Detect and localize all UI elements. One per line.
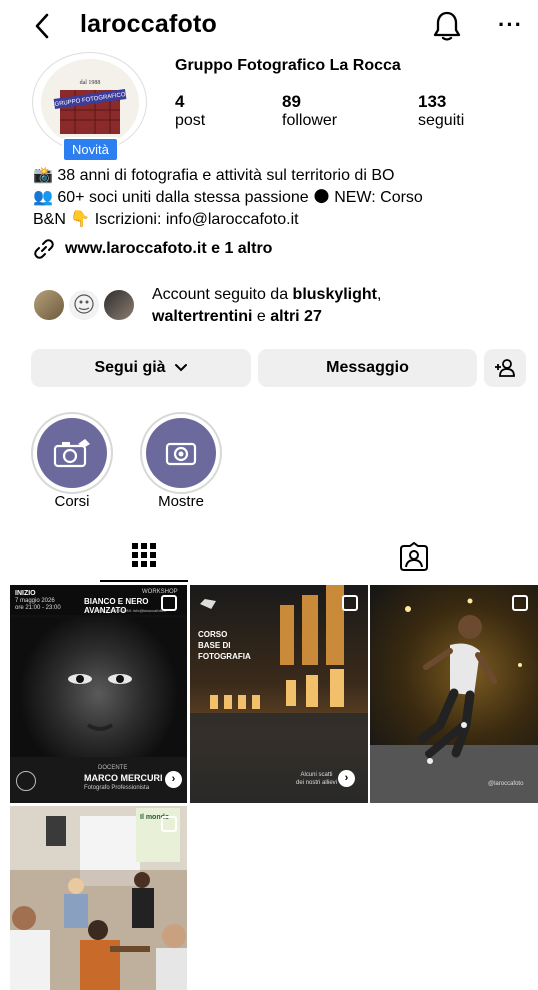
new-badge: Novità [62, 137, 119, 162]
stat-followers[interactable]: 89 follower [282, 92, 337, 130]
post-time: ore 21:00 - 23:00 [15, 605, 61, 611]
bell-icon [433, 11, 461, 41]
chevron-left-icon [35, 13, 49, 39]
post-teacher-role: Fotografo Professionista [84, 785, 150, 791]
bio-line-3: B&N 👇 Iscrizioni: info@laroccafoto.it [33, 211, 299, 228]
post-date: 7 maggio 2026 [15, 598, 55, 604]
profile-link[interactable]: www.laroccafoto.it e 1 altro [33, 238, 272, 260]
avatar-logo: GRUPPO FOTOGRAFICO dal 1988 [41, 59, 139, 147]
post-caption-line-2: dei nostri allievi [296, 780, 338, 786]
post-watermark: @laroccafoto [488, 781, 524, 787]
following-button-label: Segui già [94, 359, 166, 376]
camera-icon [53, 439, 90, 468]
post-docente-label: DOCENTE [98, 765, 128, 771]
grid-icon [132, 543, 156, 567]
profile-username: laroccafoto [80, 10, 217, 38]
stat-following-value: 133 [418, 92, 447, 111]
stat-following[interactable]: 133 seguiti [418, 92, 464, 130]
multi-photo-icon [161, 816, 177, 832]
tab-grid[interactable] [132, 543, 156, 572]
notifications-button[interactable] [432, 10, 462, 42]
portrait-photo [10, 617, 187, 757]
tab-tagged[interactable] [399, 541, 429, 577]
highlight-corsi-cover [37, 418, 107, 488]
link-icon [34, 239, 54, 259]
camera-icon [165, 442, 197, 466]
message-button-label: Messaggio [326, 359, 409, 376]
post-course-line-3: FOTOGRAFIA [198, 652, 251, 661]
profile-bio: 📸 38 anni di fotografia e attività sul t… [33, 165, 523, 231]
post-caption: Alcuni scatti dei nostri allievi [296, 771, 337, 787]
post-tile[interactable]: Il mondo [10, 806, 187, 990]
followed-by-separator: , [377, 286, 382, 303]
post-teacher-name: MARCO MERCURI [84, 773, 163, 783]
logo-icon [16, 771, 36, 791]
suggest-users-button[interactable] [484, 349, 526, 387]
highlight-corsi-label: Corsi [54, 493, 90, 510]
post-tile[interactable]: @laroccafoto [370, 585, 538, 803]
highlight-mostre[interactable] [140, 412, 222, 494]
back-button[interactable] [34, 8, 62, 44]
highlight-mostre-cover [146, 418, 216, 488]
stat-posts-value: 4 [175, 92, 185, 111]
follower-avatar[interactable] [67, 288, 101, 322]
multi-photo-icon [342, 595, 358, 611]
post-tile[interactable]: CORSO BASE DI FOTOGRAFIA Alcuni scatti d… [190, 585, 368, 803]
message-button[interactable]: Messaggio [258, 349, 477, 387]
multi-photo-icon [161, 595, 177, 611]
post-course-line-1: CORSO [198, 630, 228, 639]
follower-avatar[interactable] [102, 288, 136, 322]
followed-user-2[interactable]: waltertrentini [152, 308, 252, 325]
post-caption-line-1: Alcuni scatti [300, 772, 333, 778]
post-course-line-2: BASE DI [198, 641, 231, 650]
followed-by-text[interactable]: Account seguito da bluskylight, waltertr… [152, 284, 522, 328]
following-button[interactable]: Segui già [31, 349, 251, 387]
multi-photo-icon [512, 595, 528, 611]
active-tab-indicator [100, 580, 188, 582]
post-start-label: INIZIO [15, 590, 36, 597]
chevron-down-icon [174, 364, 187, 372]
stat-followers-label: follower [282, 112, 338, 129]
post-course-title: CORSO BASE DI FOTOGRAFIA [198, 629, 251, 662]
next-arrow-icon: › [338, 770, 355, 787]
bio-line-2: 👥 60+ soci uniti dalla stessa passione 🌑… [33, 189, 423, 206]
avatar-year-text: dal 1988 [80, 80, 101, 86]
post-info: INFO E ISCRIZIONI: info@laroccafoto.it [95, 608, 167, 613]
followed-by-mid: e [252, 308, 271, 325]
profile-full-name: Gruppo Fotografico La Rocca [175, 57, 401, 74]
highlight-corsi[interactable] [31, 412, 113, 494]
stat-following-label: seguiti [418, 112, 465, 129]
stat-posts-label: post [175, 112, 206, 129]
followed-by-more[interactable]: altri 27 [270, 308, 322, 325]
add-user-icon [495, 359, 515, 377]
follower-avatar[interactable] [32, 288, 66, 322]
profile-link-text: www.laroccafoto.it e 1 altro [65, 240, 273, 257]
followed-user-1[interactable]: bluskylight [293, 286, 377, 303]
stat-posts[interactable]: 4 post [175, 92, 205, 130]
bio-line-1: 📸 38 anni di fotografia e attività sul t… [33, 167, 395, 184]
followed-by-prefix: Account seguito da [152, 286, 293, 303]
next-arrow-icon: › [165, 771, 182, 788]
more-options-button[interactable]: ··· [498, 12, 523, 38]
highlight-mostre-label: Mostre [158, 493, 204, 510]
post-tile[interactable]: INIZIO 7 maggio 2026 ore 21:00 - 23:00 W… [10, 585, 187, 803]
stat-followers-value: 89 [282, 92, 301, 111]
tagged-person-icon [400, 541, 428, 571]
